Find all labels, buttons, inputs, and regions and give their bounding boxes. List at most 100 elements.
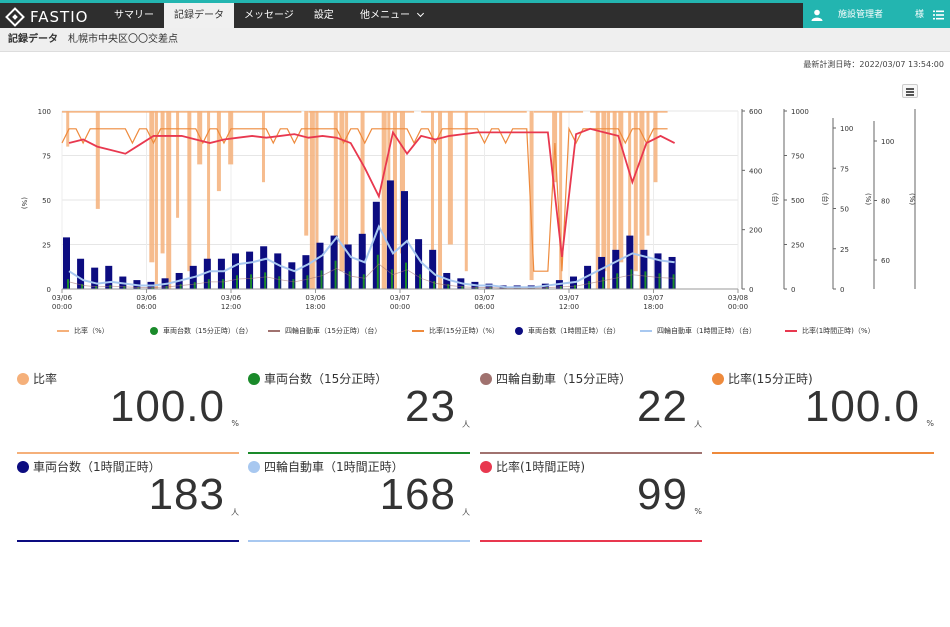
right-axis-tick-label: 25 xyxy=(840,246,849,254)
card-underline xyxy=(712,452,934,454)
vehicle-15min-bar xyxy=(348,271,351,289)
left-axis-tick-label: 25 xyxy=(42,242,51,250)
card-value: 22 xyxy=(637,382,688,431)
card-title: 車両台数（1時間正時） xyxy=(17,458,161,475)
main-nav: サマリー 記録データ メッセージ 設定 xyxy=(104,3,344,28)
ratio-spike xyxy=(149,111,155,263)
app-logo[interactable]: FASTIO xyxy=(5,7,88,27)
right-axis-tick-label: 0 xyxy=(791,286,795,294)
legend-item[interactable]: 四輪自動車（15分正時）（台） xyxy=(268,326,381,336)
card-title: 車両台数（15分正時） xyxy=(248,370,387,387)
card-color-dot xyxy=(712,372,724,385)
left-axis-tick-label: 50 xyxy=(42,197,51,205)
legend-label: 比率（%） xyxy=(74,327,109,335)
x-axis-date-label: 03/06 xyxy=(136,294,157,302)
legend-label: 車両台数（15分正時）（台） xyxy=(163,327,253,335)
value-card: 車両台数（15分正時） 23 人 xyxy=(248,370,470,454)
ratio-spike xyxy=(360,111,365,254)
ratio-spike xyxy=(304,111,309,236)
legend-item[interactable]: 比率(15分正時)（%） xyxy=(412,326,499,336)
card-color-dot xyxy=(17,460,29,473)
legend-item[interactable]: 車両台数（1時間正時）（台） xyxy=(515,326,620,336)
vehicle-15min-bar xyxy=(320,270,323,289)
vehicle-15min-bar xyxy=(362,274,365,289)
vehicle-15min-bar xyxy=(630,269,633,289)
vehicle-15min-bar xyxy=(334,260,337,289)
card-value: 183 xyxy=(148,470,225,519)
legend-item[interactable]: 比率(1時間正時)（%） xyxy=(785,326,875,336)
x-axis-time-label: 18:00 xyxy=(305,303,325,311)
card-underline xyxy=(17,452,239,454)
ratio-spike xyxy=(160,111,165,254)
legend-swatch xyxy=(785,330,797,332)
x-axis-time-label: 18:00 xyxy=(643,303,663,311)
card-color-dot xyxy=(248,460,260,473)
legend-label: 比率(15分正時)（%） xyxy=(429,327,500,335)
x-axis-date-label: 03/07 xyxy=(559,294,579,302)
card-title-text: 四輪自動車（15分正時） xyxy=(496,372,632,386)
right-axis-tick-label: 50 xyxy=(840,206,849,214)
hamburger-bar xyxy=(906,94,914,96)
legend-swatch xyxy=(515,327,523,335)
card-title: 比率(15分正時) xyxy=(712,370,813,387)
legend-label: 車両台数（1時間正時）（台） xyxy=(528,327,620,335)
card-value: 100.0 xyxy=(804,382,920,431)
x-axis-date-label: 03/06 xyxy=(221,294,242,302)
x-axis-date-label: 03/07 xyxy=(474,294,494,302)
ratio-spike xyxy=(646,111,650,236)
right-axis-tick-label: 600 xyxy=(749,108,762,116)
nav-item-records[interactable]: 記録データ xyxy=(164,3,234,28)
location-name: 札幌市中央区〇〇交差点 xyxy=(68,34,178,45)
card-underline xyxy=(480,540,702,542)
vehicle-15min-bar xyxy=(658,273,661,289)
last-updated-timestamp: 最新計測日時：2022/03/07 13:54:00 xyxy=(803,60,944,69)
nav-more-menu[interactable]: 他メニュー xyxy=(360,3,425,28)
vehicle-15min-bar xyxy=(207,279,210,289)
card-title-text: 比率 xyxy=(33,372,58,386)
vehicle-15min-bar xyxy=(109,285,112,289)
x-axis-time-label: 12:00 xyxy=(221,303,241,311)
card-color-dot xyxy=(480,372,492,385)
legend-label: 四輪自動車（15分正時）（台） xyxy=(285,327,382,335)
chart-legend: 比率（%） 車両台数（15分正時）（台） 四輪自動車（15分正時）（台） 比率(15分… xyxy=(0,326,950,340)
vehicle-15min-bar xyxy=(602,277,605,289)
x-axis-time-label: 00:00 xyxy=(728,303,748,311)
nav-item-messages[interactable]: メッセージ xyxy=(234,3,304,28)
card-unit: 人 xyxy=(231,508,239,517)
card-unit: % xyxy=(926,419,934,428)
ratio-spike xyxy=(95,111,100,209)
card-unit: % xyxy=(231,419,239,428)
chart-menu-button[interactable] xyxy=(902,84,918,98)
top-navigation-bar: FASTIO サマリー 記録データ メッセージ 設定 他メニュー 施設管理者 様 xyxy=(0,0,950,28)
card-title: 比率 xyxy=(17,370,57,387)
x-axis-time-label: 06:00 xyxy=(136,303,156,311)
vehicle-15min-bar xyxy=(672,274,675,289)
right-axis-tick-label: 0 xyxy=(840,286,844,294)
nav-item-summary[interactable]: サマリー xyxy=(104,3,164,28)
left-axis-label: (%) xyxy=(20,197,28,209)
user-menu[interactable]: 施設管理者 様 xyxy=(803,3,950,28)
x-axis-date-label: 03/07 xyxy=(643,294,663,302)
vehicle-15min-bar xyxy=(419,274,422,289)
x-axis-date-label: 03/06 xyxy=(52,294,73,302)
left-axis-tick-label: 100 xyxy=(38,108,51,116)
card-title-text: 比率(15分正時) xyxy=(728,372,813,386)
vehicle-15min-bar xyxy=(376,254,379,289)
card-underline xyxy=(248,452,470,454)
left-axis-tick-label: 0 xyxy=(47,286,51,294)
vehicle-15min-bar xyxy=(390,269,393,289)
legend-item[interactable]: 四輪自動車（1時間正時）（台） xyxy=(640,326,756,336)
card-title-text: 車両台数（15分正時） xyxy=(264,372,388,386)
ratio-1h-line xyxy=(68,127,676,258)
vehicle-15min-bar xyxy=(644,271,647,289)
legend-item[interactable]: 車両台数（15分正時）（台） xyxy=(150,326,252,336)
card-color-dot xyxy=(17,372,29,385)
logo-mark-icon xyxy=(5,7,25,27)
right-axis-tick-label: 75 xyxy=(840,165,849,173)
list-menu-icon[interactable] xyxy=(933,10,944,20)
ratio-spike xyxy=(315,111,319,263)
nav-item-settings[interactable]: 設定 xyxy=(304,3,344,28)
legend-item[interactable]: 比率（%） xyxy=(57,326,109,336)
card-unit: 人 xyxy=(462,420,470,429)
card-unit: % xyxy=(694,507,702,516)
